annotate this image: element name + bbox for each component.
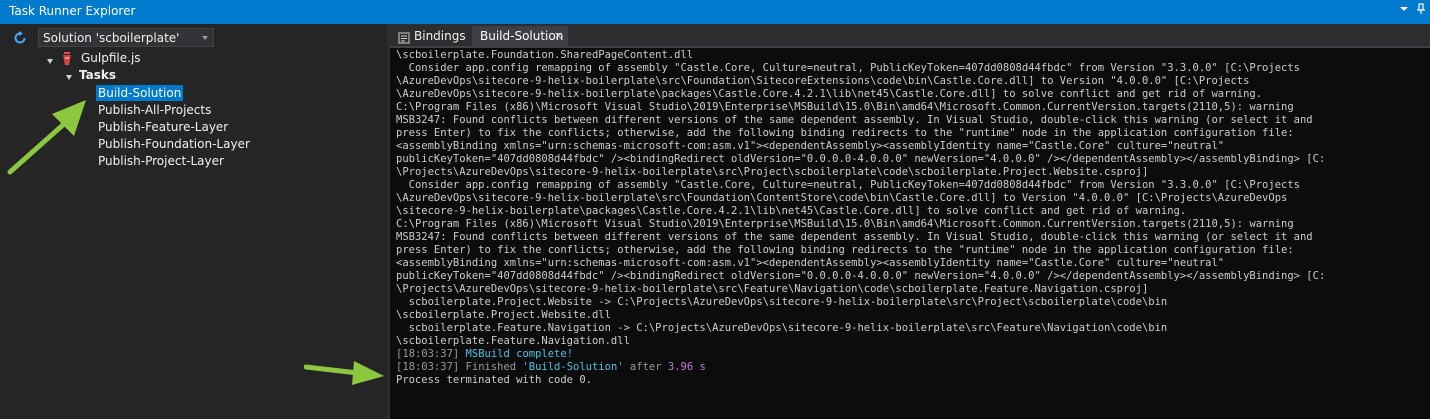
- tree-item-tasks[interactable]: Tasks: [79, 67, 116, 84]
- msbuild-complete-text: MSBuild complete!: [465, 348, 574, 360]
- chevron-down-icon: [202, 36, 208, 40]
- console-line: publicKeyToken="407dd0808d44fbdc" /><bin…: [396, 270, 1326, 282]
- console-line: \Projects\AzureDevOps\sitecore-9-helix-b…: [396, 283, 1149, 295]
- console-line: \sitecore-9-helix-boilerplate\packages\C…: [396, 205, 1187, 217]
- gulp-icon: [62, 51, 72, 67]
- console-status-line: [18:03:37] MSBuild complete!: [396, 348, 573, 361]
- timestamp: [18:03:37]: [396, 361, 466, 373]
- dropdown-icon[interactable]: [1397, 3, 1411, 19]
- task-item-publish-all-projects[interactable]: Publish-All-Projects: [96, 102, 213, 118]
- expand-triangle-icon[interactable]: [47, 59, 53, 64]
- console-line: <assemblyBinding xmlns="urn:schemas-micr…: [396, 140, 1225, 152]
- tab-strip: Bindings Build-Solution ×: [390, 24, 1430, 46]
- duration-text: 3.96 s: [667, 361, 706, 373]
- console-line: <assemblyBinding xmlns="urn:schemas-micr…: [396, 257, 1225, 269]
- console-line: \AzureDevOps\sitecore-9-helix-boilerplat…: [396, 75, 1250, 87]
- console-output[interactable]: \scboilerplate.Foundation.SharedPageCont…: [390, 48, 1430, 419]
- console-line: MSB3247: Found conflicts between differe…: [396, 231, 1313, 243]
- console-line: publicKeyToken="407dd0808d44fbdc" /><bin…: [396, 153, 1326, 165]
- console-line: Consider app.config remapping of assembl…: [396, 179, 1300, 191]
- task-item-build-solution[interactable]: Build-Solution: [96, 85, 184, 101]
- expand-triangle-icon[interactable]: [66, 75, 72, 80]
- close-icon[interactable]: ×: [554, 26, 563, 46]
- after-text: after: [623, 361, 668, 373]
- task-name-text: 'Build-Solution': [522, 361, 624, 373]
- console-line: \scboilerplate.Foundation.SharedPageCont…: [396, 49, 694, 61]
- tree-item-gulpfile[interactable]: Gulpfile.js: [81, 50, 141, 67]
- console-line: C:\Program Files (x86)\Microsoft Visual …: [396, 101, 1294, 113]
- console-line: press Enter) to fix the conflicts; other…: [396, 244, 1294, 256]
- timestamp: [18:03:37]: [396, 348, 466, 360]
- output-panel: Bindings Build-Solution × \scboilerplate…: [390, 24, 1430, 419]
- console-line: \AzureDevOps\sitecore-9-helix-boilerplat…: [396, 88, 1263, 100]
- refresh-icon[interactable]: [12, 30, 30, 48]
- task-item-publish-foundation-layer[interactable]: Publish-Foundation-Layer: [96, 136, 252, 152]
- tool-window-titlebar: Task Runner Explorer: [0, 0, 1430, 24]
- completion-arrow-icon: [304, 361, 384, 385]
- console-line: press Enter) to fix the conflicts; other…: [396, 127, 1294, 139]
- console-line: MSB3247: Found conflicts between differe…: [396, 114, 1313, 126]
- console-status-line: [18:03:37] Finished 'Build-Solution' aft…: [396, 361, 706, 374]
- console-line: Consider app.config remapping of assembl…: [396, 62, 1300, 74]
- solution-selector[interactable]: Solution 'scboilerplate': [38, 28, 214, 47]
- console-line: \scboilerplate.Project.Website.dll: [396, 309, 611, 321]
- console-line: \AzureDevOps\sitecore-9-helix-boilerplat…: [396, 192, 1288, 204]
- console-line: \Projects\AzureDevOps\sitecore-9-helix-b…: [396, 166, 1149, 178]
- process-terminated-line: Process terminated with code 0.: [396, 374, 592, 386]
- finished-text: Finished: [465, 361, 523, 373]
- console-line: scboilerplate.Feature.Navigation -> C:\P…: [396, 322, 1168, 334]
- tab-build-solution[interactable]: Build-Solution ×: [472, 26, 568, 46]
- solution-selector-value: Solution 'scboilerplate': [43, 31, 180, 45]
- task-item-publish-feature-layer[interactable]: Publish-Feature-Layer: [96, 119, 230, 135]
- annotation-arrow-icon: [7, 100, 86, 175]
- console-line: \scboilerplate.Feature.Navigation.dll: [396, 335, 630, 347]
- console-line: C:\Program Files (x86)\Microsoft Visual …: [396, 218, 1294, 230]
- task-item-publish-project-layer[interactable]: Publish-Project-Layer: [96, 153, 226, 169]
- tab-bindings-label: Bindings: [414, 29, 466, 43]
- pin-icon[interactable]: [1414, 3, 1428, 19]
- console-line: scboilerplate.Project.Website -> C:\Proj…: [396, 296, 1168, 308]
- window-title: Task Runner Explorer: [9, 4, 136, 18]
- tab-build-solution-label: Build-Solution: [480, 29, 564, 43]
